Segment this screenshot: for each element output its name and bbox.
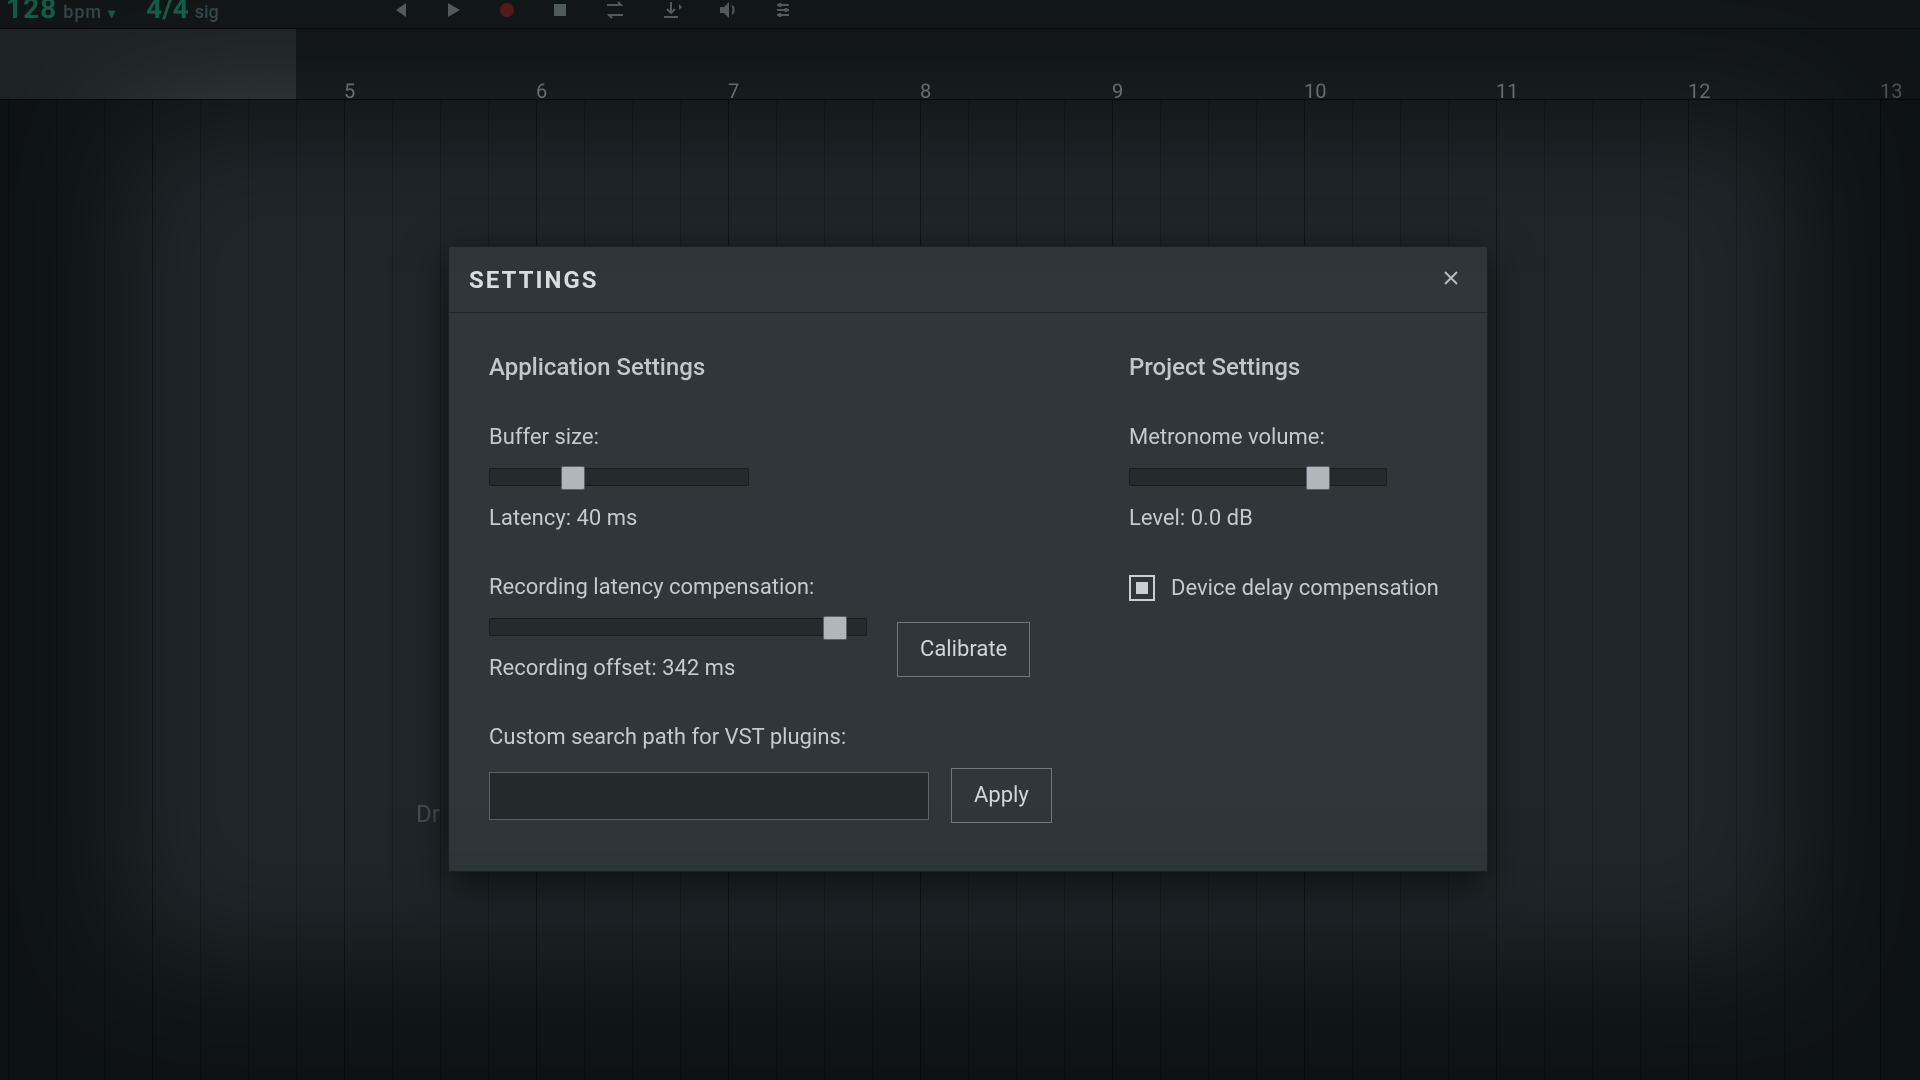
application-settings-heading: Application Settings [489,353,1129,381]
vst-path-field: Custom search path for VST plugins: Appl… [489,725,1129,823]
transport-bar: 128 bpm ▾ 4/4 sig [0,0,1920,28]
close-icon [1441,266,1461,294]
ruler-bar-number: 9 [1112,79,1123,100]
checkbox-mark-icon [1136,582,1148,594]
metronome-volume-field: Metronome volume: Level: 0.0 dB [1129,425,1447,531]
slider-thumb[interactable] [823,616,847,640]
dialog-title: SETTINGS [469,266,599,294]
drop-hint-text: Dr [416,800,440,828]
metronome-level-readout: Level: 0.0 dB [1129,506,1447,531]
device-delay-compensation-checkbox[interactable] [1129,575,1155,601]
skip-back-icon[interactable] [389,0,409,20]
export-icon[interactable] [661,0,683,20]
loop-icon[interactable] [603,1,627,19]
tempo-value: 128 [6,0,57,25]
latency-compensation-slider[interactable] [489,618,867,636]
buffer-size-label: Buffer size: [489,425,1129,450]
project-settings-column: Project Settings Metronome volume: Level… [1129,353,1447,823]
transport-controls [389,0,793,20]
application-settings-column: Application Settings Buffer size: Latenc… [489,353,1129,823]
tempo-display[interactable]: 128 bpm ▾ [6,0,116,25]
ruler-bar-number: 13 [1880,79,1902,100]
metronome-volume-slider[interactable] [1129,468,1387,486]
ruler-bar-number: 5 [344,79,355,100]
buffer-size-field: Buffer size: Latency: 40 ms [489,425,1129,531]
settings-icon[interactable] [773,0,793,20]
ruler-bar-number: 8 [920,79,931,100]
ruler-bar-number: 11 [1496,79,1518,100]
tempo-unit: bpm [63,2,102,23]
speaker-icon[interactable] [717,0,739,20]
slider-thumb[interactable] [561,466,585,490]
metronome-volume-label: Metronome volume: [1129,425,1447,450]
vst-path-input[interactable] [489,772,929,820]
timesig-value: 4/4 [146,0,189,25]
record-icon[interactable] [497,0,517,20]
close-button[interactable] [1435,264,1467,296]
latency-readout: Latency: 40 ms [489,506,1129,531]
device-delay-compensation-field: Device delay compensation [1129,575,1447,601]
ruler-bar-number: 10 [1304,79,1326,100]
ruler-bar-number: 7 [728,79,739,100]
dialog-header: SETTINGS [449,247,1487,313]
slider-thumb[interactable] [1306,466,1330,490]
recording-offset-readout: Recording offset: 342 ms [489,656,867,681]
buffer-size-slider[interactable] [489,468,749,486]
calibrate-button[interactable]: Calibrate [897,622,1030,677]
playhead-region [0,29,296,99]
latency-compensation-field: Recording latency compensation: Recordin… [489,575,1129,681]
apply-button[interactable]: Apply [951,768,1052,823]
timesig-unit: sig [195,2,219,23]
settings-dialog: SETTINGS Application Settings Buffer siz… [448,246,1488,872]
play-icon[interactable] [443,0,463,20]
ruler-bar-number: 6 [536,79,547,100]
ruler-bar-number: 12 [1688,79,1710,100]
stop-icon[interactable] [551,1,569,19]
timeline-ruler[interactable]: 567891011121314 [0,28,1920,100]
chevron-down-icon[interactable]: ▾ [108,6,116,22]
project-settings-heading: Project Settings [1129,353,1447,381]
latency-compensation-label: Recording latency compensation: [489,575,1129,600]
timesig-display[interactable]: 4/4 sig [146,0,219,25]
device-delay-compensation-label: Device delay compensation [1171,576,1439,601]
vst-path-label: Custom search path for VST plugins: [489,725,1129,750]
